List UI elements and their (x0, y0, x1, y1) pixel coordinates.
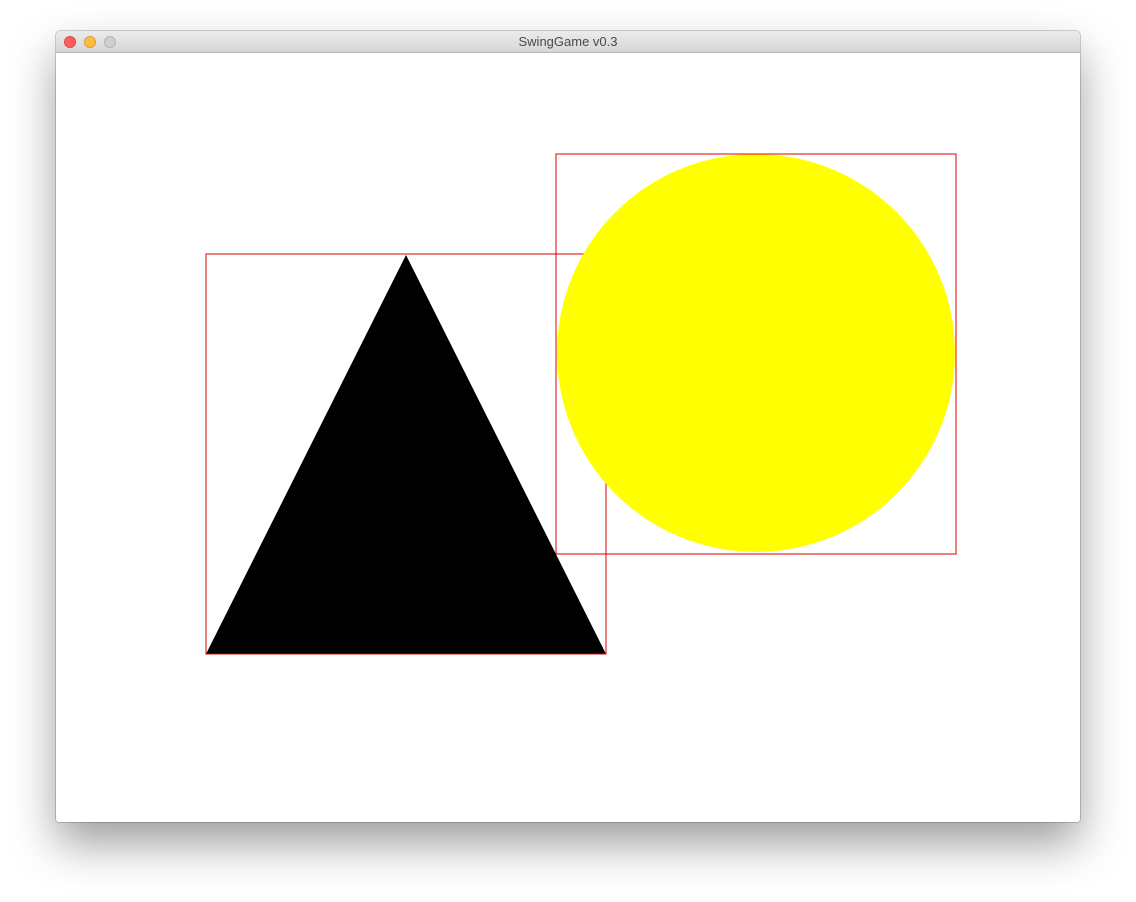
game-canvas[interactable] (56, 53, 1080, 822)
title-bar[interactable]: SwingGame v0.3 (56, 31, 1080, 53)
canvas-drawing (205, 153, 957, 655)
window-title: SwingGame v0.3 (518, 34, 618, 49)
triangle-sprite (206, 255, 606, 654)
circle-sprite (557, 154, 955, 552)
game-window: SwingGame v0.3 (56, 31, 1080, 822)
